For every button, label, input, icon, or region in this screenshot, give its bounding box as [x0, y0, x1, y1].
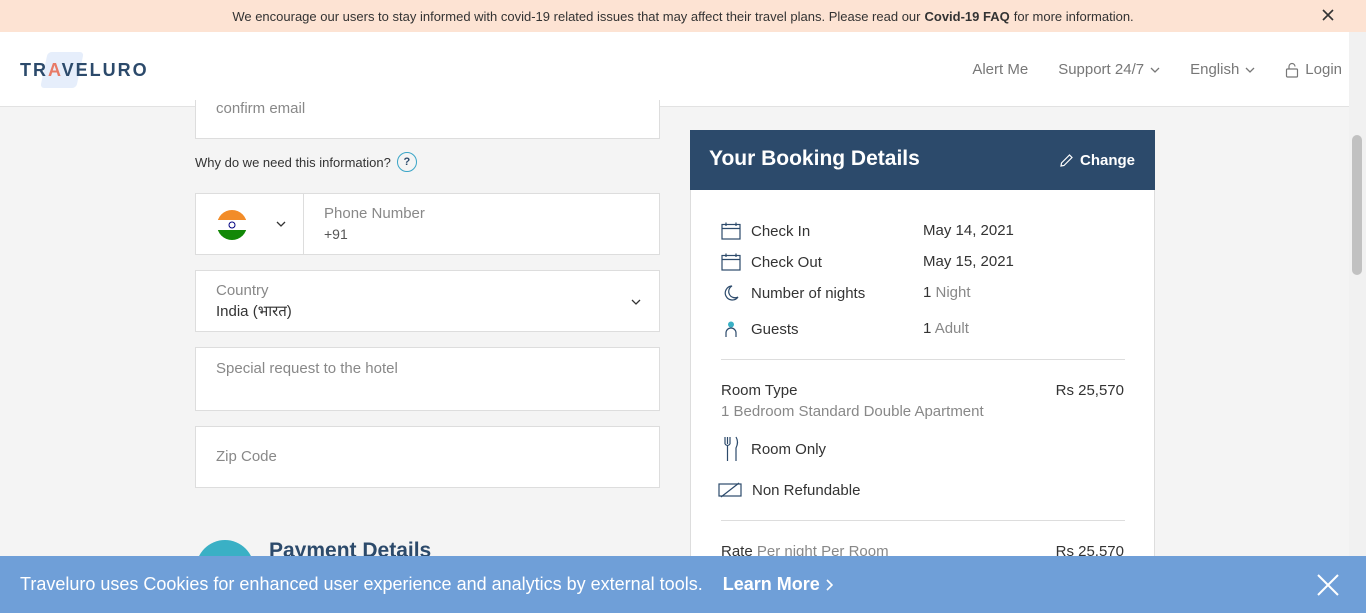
chevron-down-icon: [631, 299, 641, 305]
divider: [721, 359, 1125, 360]
help-icon[interactable]: ?: [396, 152, 417, 172]
scroll-thumb[interactable]: [1352, 135, 1362, 275]
india-flag-icon: [217, 210, 247, 240]
chevron-right-icon: [826, 578, 833, 591]
phone-label: Phone Number: [324, 205, 425, 222]
nav-alert-me[interactable]: Alert Me: [972, 61, 1028, 78]
cookie-banner: Traveluro uses Cookies for enhanced user…: [0, 556, 1366, 613]
covid-text-after: for more information.: [1013, 8, 1134, 24]
room-price: Rs 25,570: [1055, 382, 1124, 399]
country-value: India (भारत): [216, 303, 292, 320]
covid-text: We encourage our users to stay informed …: [232, 8, 921, 24]
nights-value: 1 Night: [923, 284, 971, 301]
pencil-icon: [1060, 154, 1073, 167]
nav-support[interactable]: Support 24/7: [1058, 61, 1160, 78]
check-out-value: May 15, 2021: [923, 253, 1014, 270]
close-icon[interactable]: [1320, 7, 1336, 23]
chevron-down-icon: [1150, 67, 1160, 73]
phone-number-input[interactable]: Phone Number +91: [304, 194, 659, 254]
chevron-down-icon: [276, 221, 286, 227]
person-icon: [721, 319, 741, 339]
check-in-label: Check In: [751, 222, 811, 240]
meal-label: Room Only: [751, 440, 827, 458]
country-label: Country: [216, 282, 269, 299]
calendar-icon: [721, 221, 741, 241]
confirm-email-placeholder: confirm email: [216, 100, 306, 117]
moon-icon: [721, 283, 741, 303]
guests-value: 1 Adult: [923, 320, 969, 337]
learn-more-link[interactable]: Learn More: [723, 574, 833, 595]
booking-details-header: Your Booking Details Change: [690, 130, 1155, 190]
booking-details-body: Check In May 14, 2021 Check Out May 15, …: [690, 190, 1155, 570]
meal-row: Room Only: [721, 436, 827, 461]
fork-knife-icon: [721, 436, 741, 461]
refund-label: Non Refundable: [752, 481, 861, 499]
booking-title: Your Booking Details: [709, 147, 920, 170]
guests-label: Guests: [751, 320, 799, 338]
country-select[interactable]: Country India (भारत): [195, 270, 660, 332]
nav-login[interactable]: Login: [1285, 61, 1342, 78]
why-info-row: Why do we need this information? ?: [195, 152, 417, 172]
special-request-placeholder: Special request to the hotel: [216, 360, 398, 377]
covid-faq-link[interactable]: Covid-19 FAQ: [924, 9, 1009, 24]
zip-placeholder: Zip Code: [216, 448, 277, 465]
phone-field: Phone Number +91: [195, 193, 660, 255]
change-button[interactable]: Change: [1059, 152, 1135, 169]
check-in-row: Check In: [721, 221, 810, 241]
special-request-field[interactable]: Special request to the hotel: [195, 347, 660, 411]
check-out-label: Check Out: [751, 253, 822, 271]
check-out-row: Check Out: [721, 252, 822, 272]
logo-text: TRAVELURO: [20, 59, 149, 80]
nights-row: Number of nights: [721, 283, 865, 303]
chevron-down-icon: [1245, 67, 1255, 73]
country-code-selector[interactable]: [196, 194, 304, 254]
lock-icon: [1286, 62, 1299, 78]
refund-row: Non Refundable: [718, 480, 860, 500]
calendar-icon: [721, 252, 741, 272]
guests-row: Guests: [721, 319, 799, 339]
covid-banner: We encourage our users to stay informed …: [0, 0, 1366, 32]
why-info-text: Why do we need this information?: [195, 154, 391, 170]
page-scrollbar[interactable]: [1349, 32, 1366, 556]
confirm-email-field[interactable]: confirm email: [195, 100, 660, 139]
check-in-value: May 14, 2021: [923, 222, 1014, 239]
non-refundable-icon: [718, 480, 742, 500]
main-nav: Alert Me Support 24/7 English Login: [972, 32, 1342, 107]
traveluro-logo[interactable]: TRAVELURO: [20, 52, 149, 88]
divider: [721, 520, 1125, 521]
site-header: TRAVELURO Alert Me Support 24/7 English …: [0, 32, 1366, 107]
room-type-label: Room Type: [721, 382, 798, 399]
nights-label: Number of nights: [751, 284, 866, 302]
cookie-text: Traveluro uses Cookies for enhanced user…: [20, 574, 703, 594]
close-icon[interactable]: [1316, 573, 1340, 597]
phone-code: +91: [324, 226, 348, 242]
room-type-value: 1 Bedroom Standard Double Apartment: [721, 403, 984, 420]
nav-language[interactable]: English: [1190, 61, 1255, 78]
zip-code-field[interactable]: Zip Code: [195, 426, 660, 488]
